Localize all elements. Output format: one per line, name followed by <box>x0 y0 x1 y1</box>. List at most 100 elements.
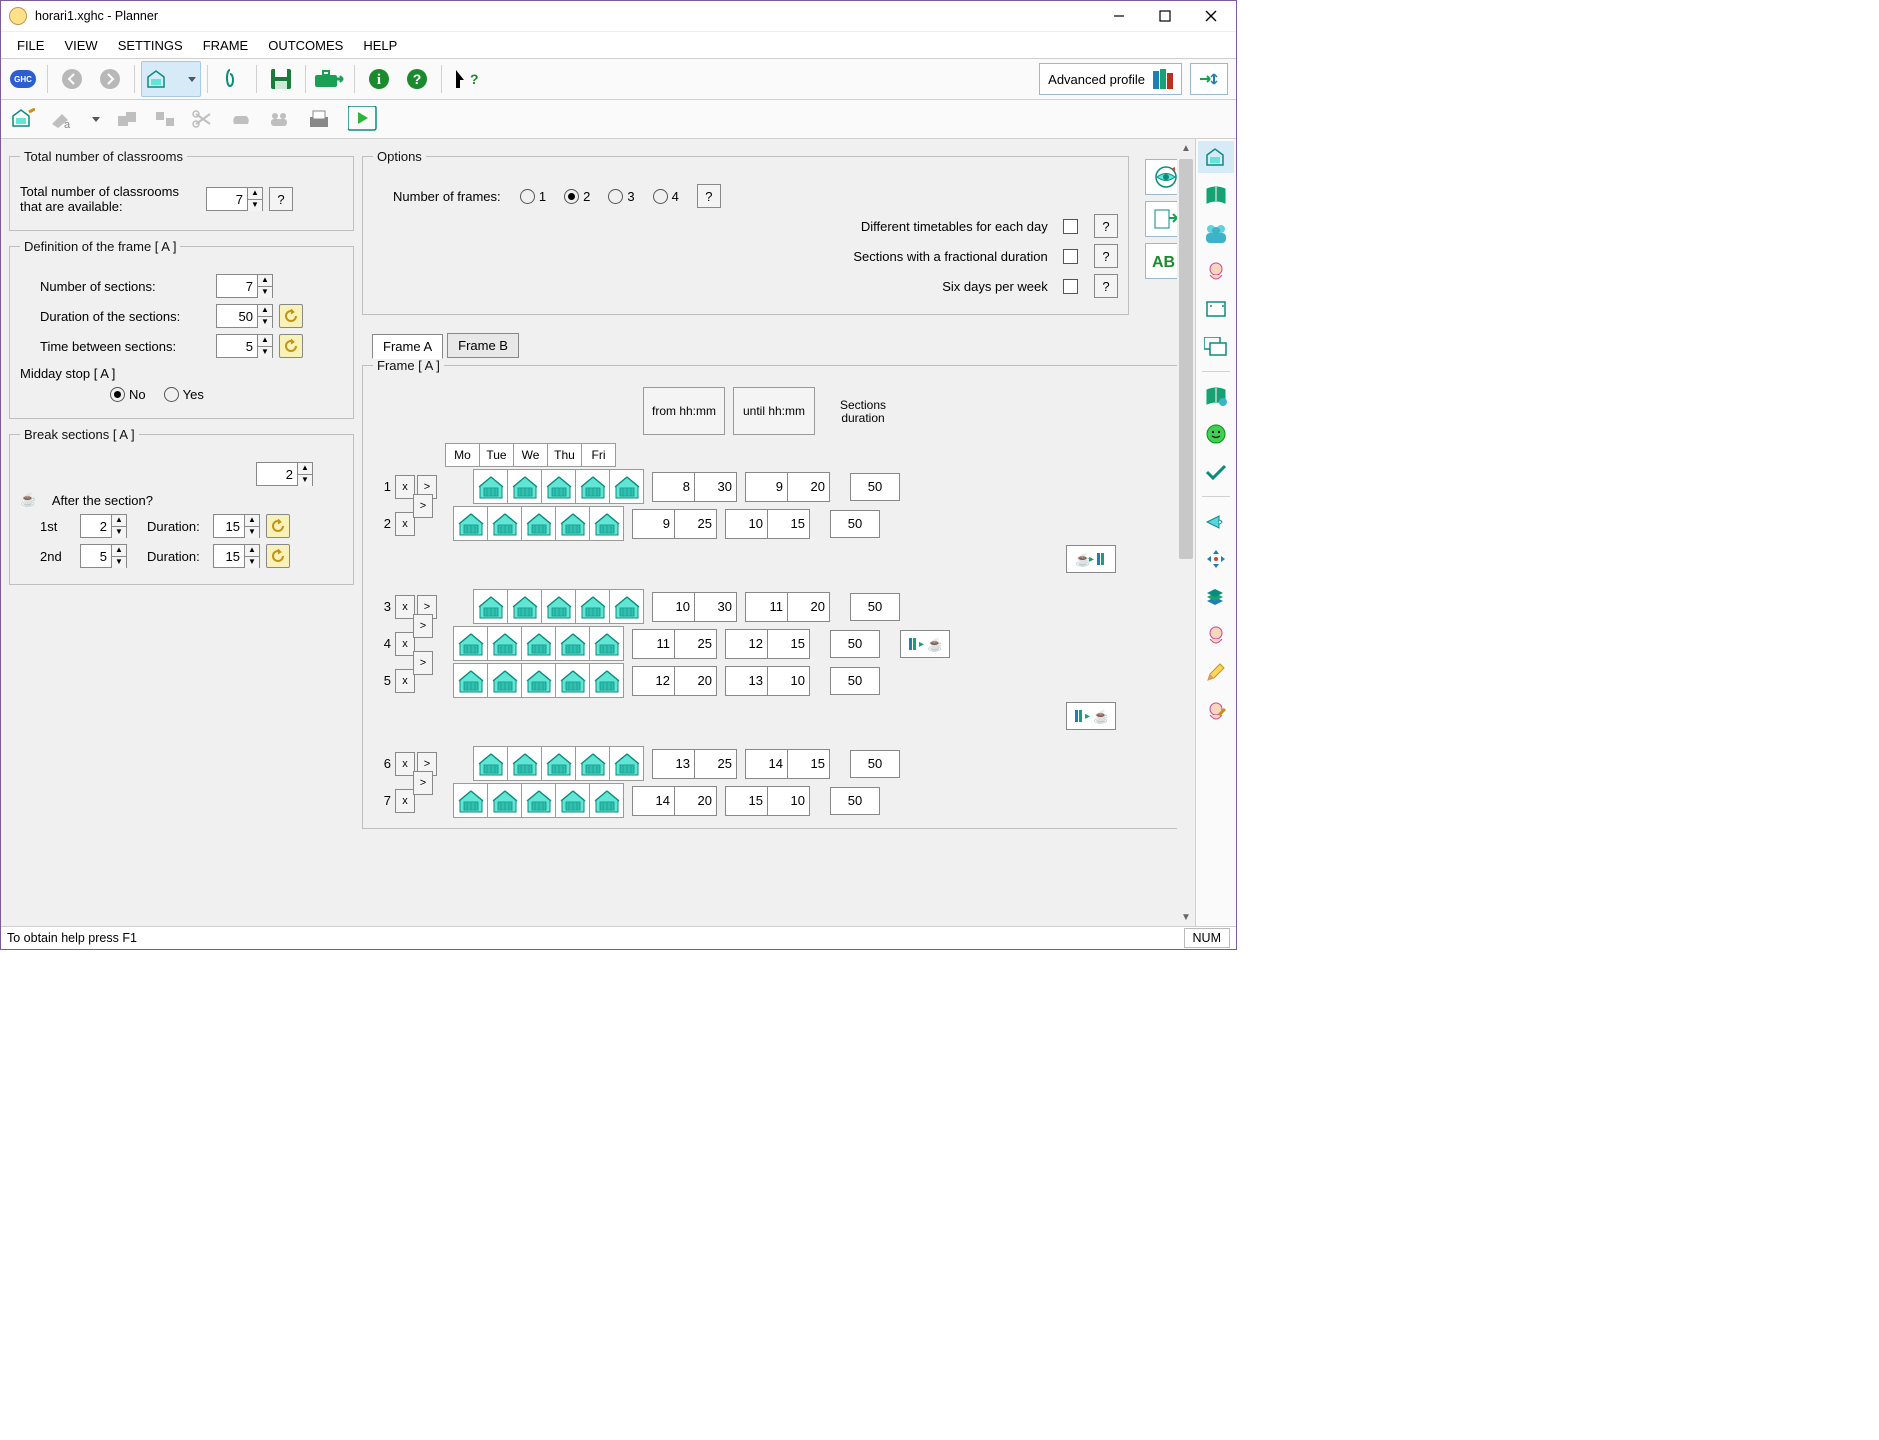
period-cell[interactable] <box>590 506 624 541</box>
eraser-dropdown[interactable]: a <box>45 101 105 137</box>
menu-help[interactable]: HELP <box>353 34 407 57</box>
from-time[interactable] <box>632 629 717 659</box>
from-time[interactable] <box>652 592 737 622</box>
period-cell[interactable] <box>610 589 644 624</box>
vertical-scrollbar[interactable]: ▲ ▼ <box>1177 139 1195 926</box>
period-cell[interactable] <box>453 663 488 698</box>
side-board[interactable] <box>1198 293 1234 325</box>
row-expand[interactable]: > <box>413 494 433 518</box>
hand-button[interactable] <box>223 101 259 137</box>
row-delete[interactable]: x <box>395 512 415 536</box>
numframes-help[interactable]: ? <box>697 184 721 208</box>
period-cell[interactable] <box>576 469 610 504</box>
break1-dur-spin[interactable]: ▲▼ <box>213 514 260 538</box>
attach-button[interactable] <box>214 61 250 97</box>
menu-view[interactable]: VIEW <box>54 34 107 57</box>
profile-arrows-button[interactable] <box>1190 63 1228 95</box>
period-cell[interactable] <box>473 589 508 624</box>
period-cell[interactable] <box>508 589 542 624</box>
period-cell[interactable] <box>590 783 624 818</box>
side-headpencil[interactable] <box>1198 695 1234 727</box>
row-delete[interactable]: x <box>395 669 415 693</box>
period-cell[interactable] <box>556 783 590 818</box>
sixday-help[interactable]: ? <box>1094 274 1118 298</box>
row-delete[interactable]: x <box>395 752 415 776</box>
until-time[interactable] <box>745 749 830 779</box>
profile-box[interactable]: Advanced profile <box>1039 63 1182 95</box>
period-cell[interactable] <box>610 469 644 504</box>
period-cell[interactable] <box>453 626 488 661</box>
maximize-button[interactable] <box>1142 1 1188 31</box>
fractional-help[interactable]: ? <box>1094 244 1118 268</box>
side-home[interactable] <box>1198 141 1234 173</box>
side-books[interactable] <box>1198 581 1234 613</box>
diff-timetables-check[interactable] <box>1063 219 1078 234</box>
save-button[interactable] <box>263 61 299 97</box>
period-cell[interactable] <box>542 746 576 781</box>
export-button[interactable] <box>312 61 348 97</box>
classrooms-spin[interactable]: ▲▼ <box>206 187 263 211</box>
midday-no-radio[interactable]: No <box>110 387 146 402</box>
break1-sec-spin[interactable]: ▲▼ <box>80 514 127 538</box>
period-cell[interactable] <box>488 506 522 541</box>
nav-back-button[interactable] <box>54 61 90 97</box>
puzzle1-button[interactable] <box>109 101 145 137</box>
between-refresh[interactable] <box>279 334 303 358</box>
section-duration-spin[interactable]: ▲▼ <box>216 304 273 328</box>
run-button[interactable] <box>341 101 385 137</box>
until-time[interactable] <box>745 472 830 502</box>
row-delete[interactable]: x <box>395 595 415 619</box>
numframes-4[interactable]: 4 <box>653 189 679 204</box>
period-cell[interactable] <box>590 663 624 698</box>
between-spin[interactable]: ▲▼ <box>216 334 273 358</box>
classrooms-help[interactable]: ? <box>269 187 293 211</box>
row-expand[interactable]: > <box>413 614 433 638</box>
numframes-2[interactable]: 2 <box>564 189 590 204</box>
until-time[interactable] <box>725 786 810 816</box>
period-cell[interactable] <box>473 746 508 781</box>
side-book[interactable] <box>1198 179 1234 211</box>
side-pencil[interactable] <box>1198 657 1234 689</box>
scissors-button[interactable] <box>185 101 221 137</box>
until-time[interactable] <box>725 629 810 659</box>
period-cell[interactable] <box>508 469 542 504</box>
period-cell[interactable] <box>522 783 556 818</box>
break2-refresh[interactable] <box>266 544 290 568</box>
period-cell[interactable] <box>522 663 556 698</box>
period-cell[interactable] <box>610 746 644 781</box>
period-cell[interactable] <box>488 783 522 818</box>
from-time[interactable] <box>632 509 717 539</box>
period-cell[interactable] <box>556 663 590 698</box>
people-button[interactable] <box>261 101 297 137</box>
numframes-1[interactable]: 1 <box>520 189 546 204</box>
period-cell[interactable] <box>488 663 522 698</box>
from-time[interactable] <box>632 786 717 816</box>
break-indicator[interactable] <box>1066 702 1116 730</box>
period-cell[interactable] <box>542 589 576 624</box>
side-head2[interactable] <box>1198 619 1234 651</box>
sixday-check[interactable] <box>1063 279 1078 294</box>
period-cell[interactable] <box>488 626 522 661</box>
side-screens[interactable] <box>1198 331 1234 363</box>
menu-file[interactable]: FILE <box>7 34 54 57</box>
whatsthis-button[interactable] <box>448 61 484 97</box>
side-bookgroup[interactable] <box>1198 380 1234 412</box>
nav-fwd-button[interactable] <box>92 61 128 97</box>
menu-frame[interactable]: FRAME <box>193 34 259 57</box>
period-cell[interactable] <box>522 506 556 541</box>
period-cell[interactable] <box>576 589 610 624</box>
until-time[interactable] <box>725 666 810 696</box>
from-time[interactable] <box>632 666 717 696</box>
minimize-button[interactable] <box>1096 1 1142 31</box>
break-indicator[interactable] <box>1066 545 1116 573</box>
side-check[interactable] <box>1198 456 1234 488</box>
home-dropdown[interactable] <box>141 61 201 97</box>
side-smiley[interactable] <box>1198 418 1234 450</box>
fractional-check[interactable] <box>1063 249 1078 264</box>
row-expand[interactable]: > <box>413 771 433 795</box>
menu-settings[interactable]: SETTINGS <box>108 34 193 57</box>
from-time[interactable] <box>652 749 737 779</box>
diff-help[interactable]: ? <box>1094 214 1118 238</box>
close-button[interactable] <box>1188 1 1234 31</box>
tab-frame-b[interactable]: Frame B <box>447 333 519 358</box>
